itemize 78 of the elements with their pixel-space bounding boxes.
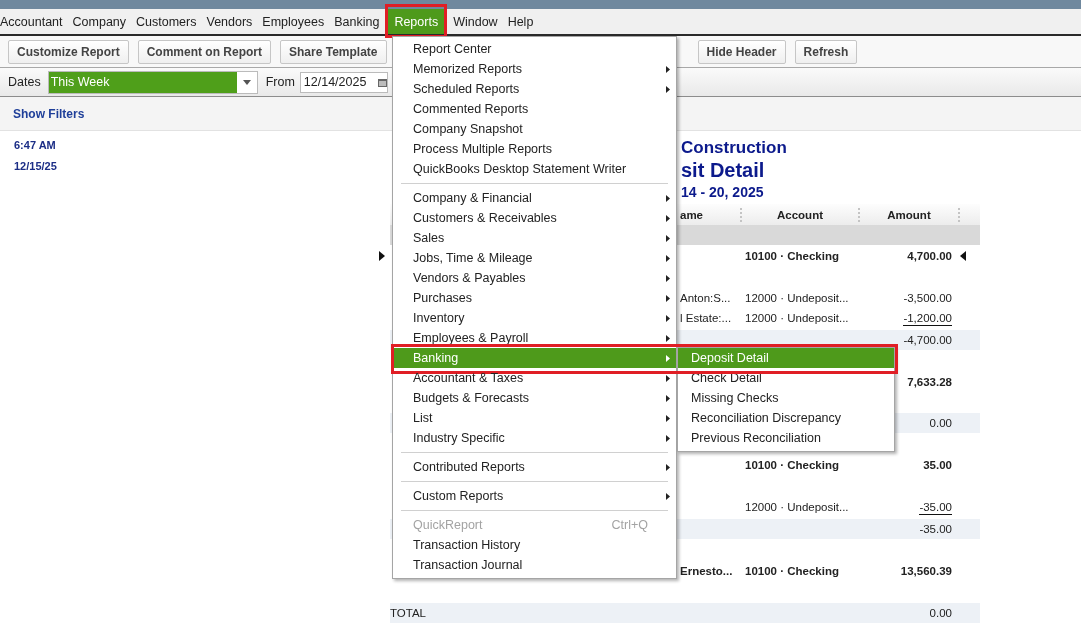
menu-item[interactable]: Inventory	[393, 308, 676, 328]
menu-item[interactable]: Company & Financial	[393, 188, 676, 208]
report-date: 12/15/25	[14, 160, 57, 172]
show-filters-link[interactable]: Show Filters	[13, 106, 85, 121]
column-header[interactable]: Account	[742, 207, 860, 222]
toolbar-button[interactable]: Share Template	[280, 39, 387, 64]
table-cell: -35.00	[919, 501, 952, 515]
menu-bar-item[interactable]: Employees	[257, 9, 330, 34]
menu-bar-item[interactable]: Banking	[329, 9, 385, 34]
table-cell-text: 10100 · Checking	[744, 250, 840, 262]
menu-item[interactable]: Transaction History	[393, 535, 676, 555]
table-cell: -3,500.00	[903, 292, 952, 304]
calendar-icon	[377, 77, 387, 87]
row-pointer-icon	[960, 251, 966, 261]
table-cell: 4,700.00	[907, 250, 952, 262]
menu-item[interactable]: Deposit Detail	[678, 348, 894, 368]
table-cell-text: l Estate:...	[679, 312, 733, 324]
table-cell-text: Ernesto...	[679, 565, 734, 577]
menu-item[interactable]: Previous Reconciliation	[678, 428, 894, 448]
table-cell: 0.00	[929, 607, 952, 619]
table-cell-text: 10100 · Checking	[744, 565, 840, 577]
row-label: TOTAL	[390, 607, 427, 619]
menu-item[interactable]: Report Center	[393, 39, 676, 59]
table-cell-text: 12000 · Undeposit...	[744, 501, 850, 513]
table-cell-text: 12000 · Undeposit...	[744, 292, 850, 304]
toolbar-button[interactable]: Customize Report	[8, 39, 129, 64]
menu-item[interactable]: Company Snapshot	[393, 119, 676, 139]
menu-item[interactable]: Reconciliation Discrepancy	[678, 408, 894, 428]
table-cell: 13,560.39	[900, 565, 952, 577]
table-cell: 7,633.28	[907, 376, 952, 388]
menu-bar-item[interactable]: Vendors	[201, 9, 258, 34]
table-cell: 0.00	[929, 417, 952, 429]
menu-item[interactable]: List	[393, 408, 676, 428]
report-period: 14 - 20, 2025	[681, 183, 764, 201]
menu-item[interactable]: Budgets & Forecasts	[393, 388, 676, 408]
menu-bar-item[interactable]: Accountant	[0, 9, 68, 34]
menu-item[interactable]: Contributed Reports	[393, 457, 676, 477]
report-time: 6:47 AM	[14, 139, 56, 151]
menu-item[interactable]: Sales	[393, 228, 676, 248]
menu-bar-item[interactable]: Company	[67, 9, 132, 34]
company-name: Construction	[681, 138, 787, 158]
menu-item[interactable]: Banking	[393, 348, 676, 368]
menu-item[interactable]: Scheduled Reports	[393, 79, 676, 99]
menu-item[interactable]: Jobs, Time & Mileage	[393, 248, 676, 268]
table-cell: 35.00	[923, 459, 952, 471]
column-header[interactable]: Amount	[860, 207, 960, 222]
menu-item[interactable]: Custom Reports	[393, 486, 676, 506]
toolbar-button[interactable]: Comment on Report	[137, 39, 272, 64]
toolbar-button[interactable]: Hide Header	[697, 39, 786, 64]
menu-item[interactable]: Process Multiple Reports	[393, 139, 676, 159]
menu-item[interactable]: Industry Specific	[393, 428, 676, 448]
menu-item[interactable]: Accountant & Taxes	[393, 368, 676, 388]
menu-item[interactable]: QuickBooks Desktop Statement Writer	[393, 159, 676, 179]
menu-item[interactable]: Memorized Reports	[393, 59, 676, 79]
caret-icon	[242, 79, 251, 85]
menu-bar-item[interactable]: Customers	[131, 9, 202, 34]
dates-label: Dates	[8, 75, 41, 89]
table-cell: -1,200.00	[903, 312, 952, 326]
menu-item[interactable]: Vendors & Payables	[393, 268, 676, 288]
report-title: sit Detail	[681, 158, 765, 183]
table-cell-text: 12000 · Undeposit...	[744, 312, 850, 324]
menu-item[interactable]: Commented Reports	[393, 99, 676, 119]
menu-item[interactable]: Transaction Journal	[393, 555, 676, 575]
menu-item[interactable]: Employees & Payroll	[393, 328, 676, 348]
menu-item[interactable]: Missing Checks	[678, 388, 894, 408]
menu-item[interactable]: Purchases	[393, 288, 676, 308]
toolbar-button[interactable]: Refresh	[794, 39, 858, 64]
menu-bar-item[interactable]: Window	[448, 9, 503, 34]
table-cell-text: 10100 · Checking	[744, 459, 840, 471]
from-label: From	[265, 75, 295, 89]
menu-bar-item[interactable]: Help	[502, 9, 539, 34]
table-cell: -4,700.00	[903, 334, 952, 346]
from-date-field[interactable]: 12/14/2025	[299, 71, 388, 93]
row-pointer-icon	[379, 251, 385, 261]
menu-bar-item[interactable]: Reports	[388, 9, 445, 34]
table-cell-text: Anton:S...	[679, 292, 732, 304]
table-cell: -35.00	[919, 523, 952, 535]
menu-item[interactable]: Customers & Receivables	[393, 208, 676, 228]
